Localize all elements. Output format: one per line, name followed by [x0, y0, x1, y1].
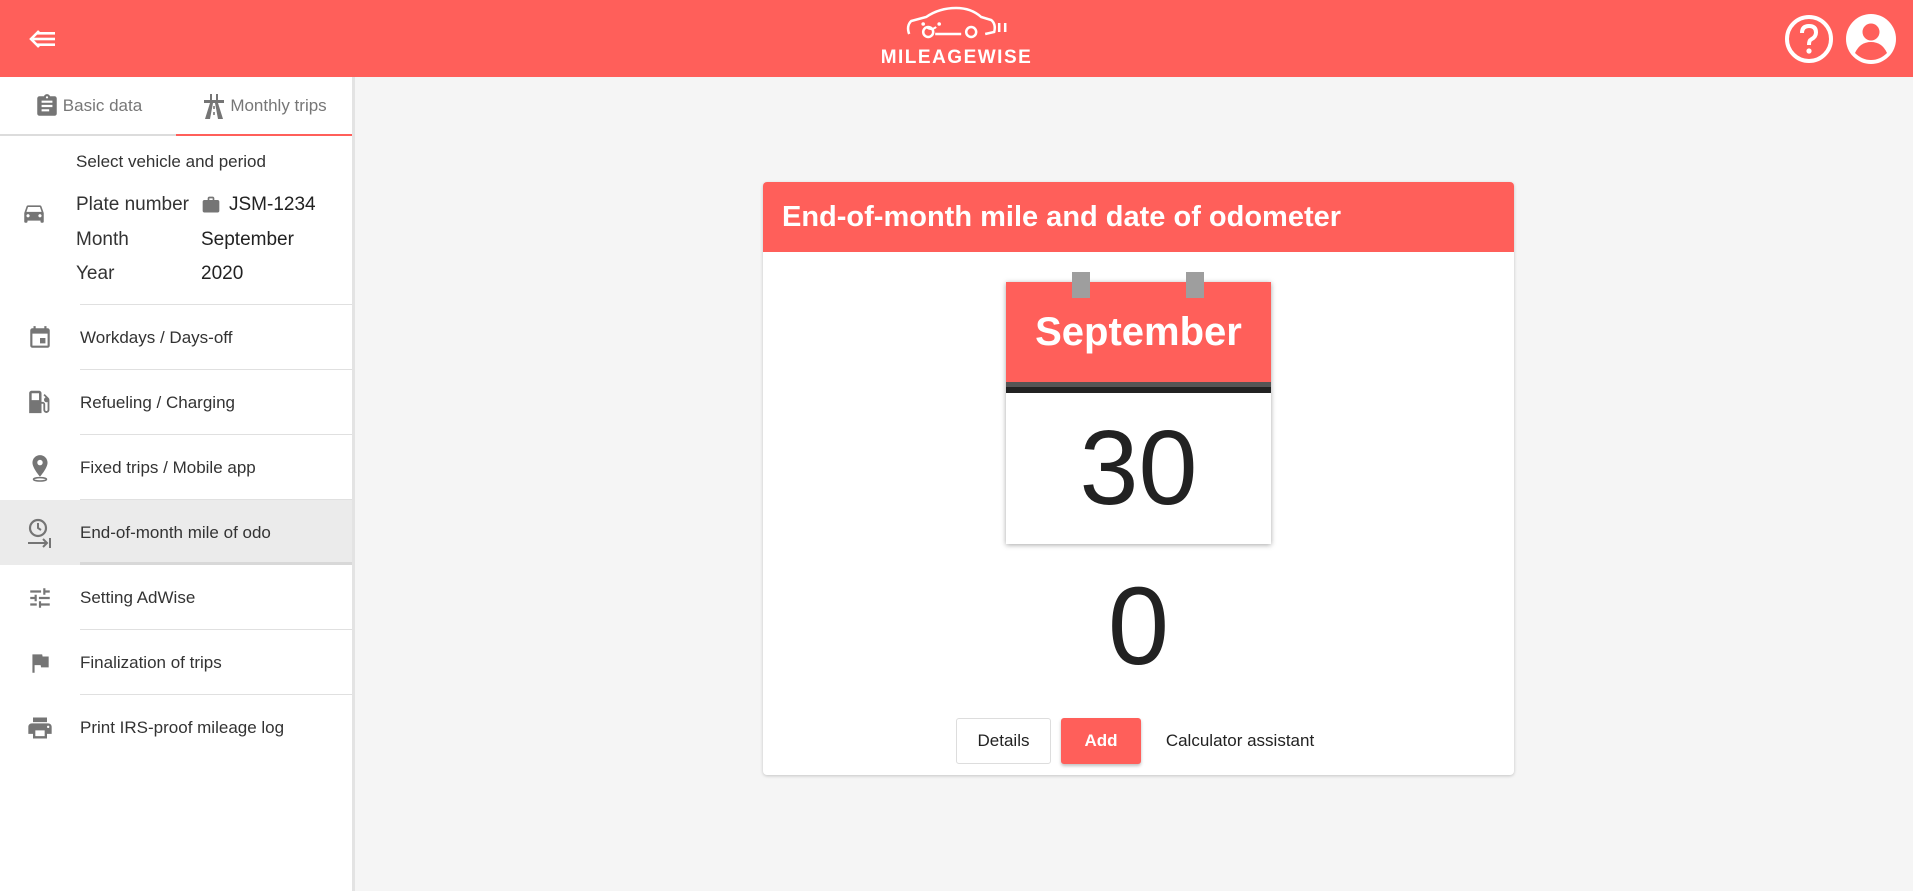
- help-button[interactable]: [1783, 13, 1835, 65]
- tab-monthly-trips[interactable]: Monthly trips: [176, 77, 352, 136]
- car-icon: [24, 205, 44, 223]
- account-button[interactable]: [1845, 13, 1897, 65]
- plate-label: Plate number: [76, 194, 190, 215]
- plate-row: Plate number JSM-1234: [76, 194, 316, 216]
- calendar-date-picker[interactable]: September 30: [1006, 272, 1271, 544]
- account-icon: [1846, 13, 1896, 64]
- details-button[interactable]: Details: [956, 718, 1051, 764]
- vehicle-period-selector[interactable]: Select vehicle and period Plate number J…: [24, 136, 352, 305]
- fuel-icon: [0, 390, 80, 416]
- menu-workdays-label: Workdays / Days-off: [80, 327, 233, 347]
- calendar-ring-left: [1072, 272, 1090, 298]
- menu-fixed-trips-label: Fixed trips / Mobile app: [80, 457, 256, 477]
- odometer-clock-icon: [0, 518, 80, 548]
- road-icon: [204, 93, 225, 119]
- menu-fixed-trips[interactable]: Fixed trips / Mobile app: [0, 435, 352, 500]
- odometer-mileage-value[interactable]: 0: [763, 572, 1514, 682]
- calendar-month: September: [1006, 282, 1271, 382]
- menu-setting-adwise-label: Setting AdWise: [80, 587, 196, 607]
- location-pin-icon: [0, 454, 80, 482]
- year-label: Year: [76, 263, 115, 284]
- menu-finalization[interactable]: Finalization of trips: [0, 630, 352, 695]
- month-value: September: [201, 229, 294, 250]
- calculator-assistant-button[interactable]: Calculator assistant: [1155, 718, 1325, 764]
- back-button[interactable]: [0, 0, 86, 77]
- odometer-card: End-of-month mile and date of odometer S…: [763, 182, 1514, 775]
- sliders-icon: [0, 585, 80, 611]
- calendar-day: 30: [1079, 409, 1198, 527]
- tab-monthly-trips-label: Monthly trips: [230, 95, 327, 115]
- menu-workdays[interactable]: Workdays / Days-off: [0, 305, 352, 370]
- tab-basic-data-label: Basic data: [62, 95, 143, 115]
- card-title: End-of-month mile and date of odometer: [763, 182, 1514, 252]
- printer-icon: [0, 714, 80, 742]
- year-value: 2020: [201, 263, 244, 284]
- logo-text: MILEAGEWISE: [880, 47, 1033, 68]
- clipboard-icon: [37, 93, 57, 116]
- calendar-divider: [1006, 382, 1271, 393]
- month-row: Month September: [76, 229, 294, 251]
- back-menu-icon: [29, 29, 55, 48]
- card-actions: Details Add Calculator assistant: [956, 718, 1325, 764]
- menu-end-of-month-odo-label: End-of-month mile of odo: [80, 522, 271, 542]
- plate-number-text: JSM-1234: [229, 194, 316, 215]
- calendar-ring-right: [1186, 272, 1204, 298]
- menu-setting-adwise[interactable]: Setting AdWise: [0, 565, 352, 630]
- flag-icon: [0, 650, 80, 676]
- tab-basic-data[interactable]: Basic data: [0, 77, 176, 136]
- menu-print-log[interactable]: Print IRS-proof mileage log: [0, 695, 352, 760]
- year-row: Year 2020: [76, 263, 243, 285]
- help-icon: [1785, 14, 1833, 63]
- month-label: Month: [76, 229, 129, 250]
- menu-print-log-label: Print IRS-proof mileage log: [80, 717, 285, 737]
- top-right-actions: [1783, 13, 1913, 65]
- menu-finalization-label: Finalization of trips: [80, 652, 222, 672]
- plate-value: JSM-1234: [201, 194, 316, 216]
- add-button[interactable]: Add: [1061, 718, 1141, 764]
- menu-refueling[interactable]: Refueling / Charging: [0, 370, 352, 435]
- period-title: Select vehicle and period: [76, 152, 266, 171]
- top-bar: MILEAGEWISE: [0, 0, 1913, 77]
- sidebar: Basic data Monthly trips Select vehicle …: [0, 77, 355, 891]
- car-logo-icon: [907, 6, 1007, 39]
- briefcase-icon: [202, 196, 220, 213]
- calendar-icon: [0, 325, 80, 351]
- menu-refueling-label: Refueling / Charging: [80, 392, 235, 412]
- menu-end-of-month-odo[interactable]: End-of-month mile of odo: [0, 500, 352, 565]
- mileagewise-logo[interactable]: MILEAGEWISE: [881, 4, 1033, 69]
- sidebar-tabs: Basic data Monthly trips: [0, 77, 352, 136]
